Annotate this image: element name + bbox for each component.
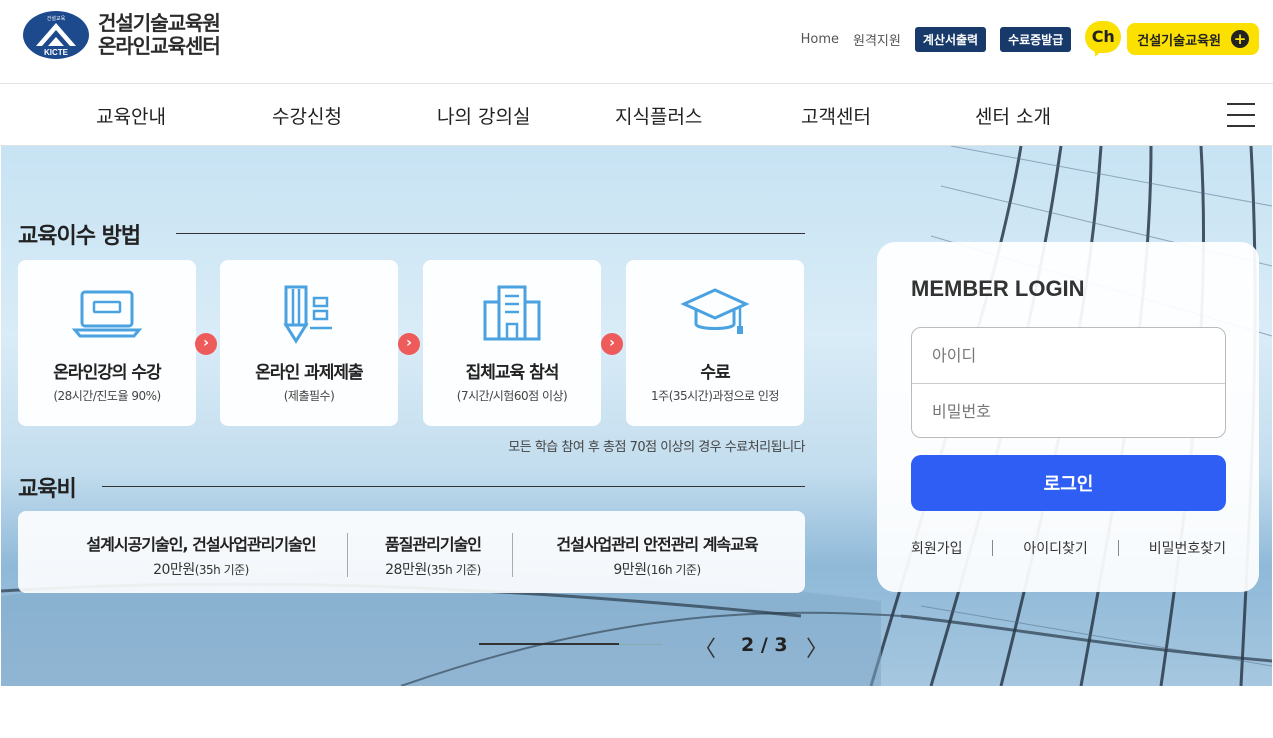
next-slide-icon[interactable]: 〉 xyxy=(806,631,828,663)
fee-item: 품질관리기술인 28만원(35h 기준) xyxy=(354,531,512,579)
prev-slide-icon[interactable]: 〈 xyxy=(694,631,716,663)
pencil-doc-icon xyxy=(283,285,332,344)
graduation-cap-icon xyxy=(680,288,750,334)
completion-note: 모든 학습 참여 후 총점 70점 이상의 경우 수료처리됩니다 xyxy=(508,440,805,455)
building-icon xyxy=(483,285,541,341)
hero-banner: 교육이수 방법 온라인강의 수강 (28시간/진도율 90%) › 온라인 과제… xyxy=(1,146,1272,686)
user-id-input[interactable] xyxy=(912,328,1225,383)
link-separator xyxy=(992,540,994,556)
step-arrow-icon: › xyxy=(601,333,623,355)
logo-line-2: 온라인교육센터 xyxy=(98,34,221,58)
main-nav: 교육안내 수강신청 나의 강의실 지식플러스 고객센터 센터 소개 xyxy=(0,84,1273,146)
step-arrow-icon: › xyxy=(195,333,217,355)
top-header: 건설교육 KICTE 건설기술교육원 온라인교육센터 Home 원격지원 계산서… xyxy=(0,0,1273,84)
tuition-title: 교육비 xyxy=(18,477,77,502)
signup-link[interactable]: 회원가입 xyxy=(911,538,963,558)
step-sub: (7시간/시험60점 이상) xyxy=(456,389,568,403)
logo-line-1: 건설기술교육원 xyxy=(98,11,221,35)
fee-price-value: 20만원 xyxy=(153,562,195,578)
slide-progress-fill xyxy=(479,643,619,645)
step-card-completion: 수료 1주(35시간)과정으로 인정 xyxy=(626,260,804,426)
nav-item-my-classroom[interactable]: 나의 강의실 xyxy=(437,102,530,129)
kicte-emblem-icon: 건설교육 KICTE xyxy=(23,11,89,59)
link-separator xyxy=(1117,540,1119,556)
step-title: 집체교육 참석 xyxy=(465,363,560,383)
fee-price-unit: (35h 기준) xyxy=(194,563,250,577)
fee-price-value: 28만원 xyxy=(385,562,427,578)
fee-name: 건설사업관리 안전관리 계속교육 xyxy=(556,535,758,554)
nav-item-customer-center[interactable]: 고객센터 xyxy=(801,102,871,129)
step-title: 온라인 과제제출 xyxy=(255,363,363,383)
fee-divider xyxy=(512,533,513,577)
step-sub: 1주(35시간)과정으로 인정 xyxy=(651,389,779,403)
fee-price-value: 9만원 xyxy=(613,562,647,578)
password-input[interactable] xyxy=(912,384,1225,437)
step-card-group-education: 집체교육 참석 (7시간/시험60점 이상) xyxy=(423,260,601,426)
certificate-issue-button[interactable]: 수료증발급 xyxy=(1000,26,1072,52)
title-divider xyxy=(176,233,805,234)
kakao-channel-label: 건설기술교육원 xyxy=(1137,33,1221,49)
utility-menu: Home 원격지원 계산서출력 수료증발급 Ch 건설기술교육원 + xyxy=(801,20,1259,59)
slide-counter: 2 / 3 xyxy=(741,634,788,656)
step-title: 온라인강의 수강 xyxy=(53,363,161,383)
fee-price: 9만원(16h 기준) xyxy=(526,559,788,579)
fee-name: 품질관리기술인 xyxy=(384,535,482,554)
nav-item-center-intro[interactable]: 센터 소개 xyxy=(975,102,1051,129)
step-card-online-lecture: 온라인강의 수강 (28시간/진도율 90%) xyxy=(18,260,196,426)
login-button[interactable]: 로그인 xyxy=(911,455,1226,511)
find-id-link[interactable]: 아이디찾기 xyxy=(1023,538,1087,558)
fee-price: 20만원(35h 기준) xyxy=(46,559,356,579)
nav-item-knowledge-plus[interactable]: 지식플러스 xyxy=(615,102,702,129)
remote-support-link[interactable]: 원격지원 xyxy=(853,30,901,49)
site-logo[interactable]: 건설교육 KICTE 건설기술교육원 온라인교육센터 xyxy=(22,10,221,60)
hamburger-icon[interactable] xyxy=(1227,103,1255,127)
fee-price-unit: (35h 기준) xyxy=(426,563,482,577)
channel-label: Ch xyxy=(1085,21,1122,53)
member-login-panel: MEMBER LOGIN 로그인 회원가입 아이디찾기 비밀번호찾기 xyxy=(877,242,1259,592)
laptop-icon xyxy=(71,290,143,338)
login-title: MEMBER LOGIN xyxy=(911,276,1085,301)
plus-circle-icon: + xyxy=(1231,30,1249,48)
fee-price-unit: (16h 기준) xyxy=(646,563,702,577)
title-divider xyxy=(102,486,805,487)
step-title: 수료 xyxy=(700,363,730,383)
channel-talk-button[interactable]: Ch xyxy=(1085,21,1123,59)
nav-item-education-info[interactable]: 교육안내 xyxy=(96,102,166,129)
kakao-channel-button[interactable]: 건설기술교육원 + xyxy=(1127,23,1259,55)
step-sub: (제출필수) xyxy=(283,389,335,403)
home-link[interactable]: Home xyxy=(801,32,839,47)
step-card-assignment: 온라인 과제제출 (제출필수) xyxy=(220,260,398,426)
step-sub: (28시간/진도율 90%) xyxy=(53,389,161,403)
login-inputs xyxy=(911,327,1226,438)
nav-item-enroll[interactable]: 수강신청 xyxy=(272,102,342,129)
fee-item: 설계시공기술인, 건설사업관리기술인 20만원(35h 기준) xyxy=(46,531,356,579)
fee-price: 28만원(35h 기준) xyxy=(354,559,512,579)
fee-divider xyxy=(347,533,348,577)
logo-text: 건설기술교육원 온라인교육센터 xyxy=(98,11,221,58)
education-method-title: 교육이수 방법 xyxy=(18,224,141,249)
login-links: 회원가입 아이디찾기 비밀번호찾기 xyxy=(911,538,1226,558)
find-password-link[interactable]: 비밀번호찾기 xyxy=(1149,538,1226,558)
invoice-print-button[interactable]: 계산서출력 xyxy=(914,26,987,52)
emblem-text: KICTE xyxy=(44,48,69,57)
fee-name: 설계시공기술인, 건설사업관리기술인 xyxy=(86,535,316,554)
fee-item: 건설사업관리 안전관리 계속교육 9만원(16h 기준) xyxy=(526,531,788,579)
step-arrow-icon: › xyxy=(398,333,420,355)
tuition-box: 설계시공기술인, 건설사업관리기술인 20만원(35h 기준) 품질관리기술인 … xyxy=(18,511,805,593)
emblem-top-text: 건설교육 xyxy=(47,15,66,22)
